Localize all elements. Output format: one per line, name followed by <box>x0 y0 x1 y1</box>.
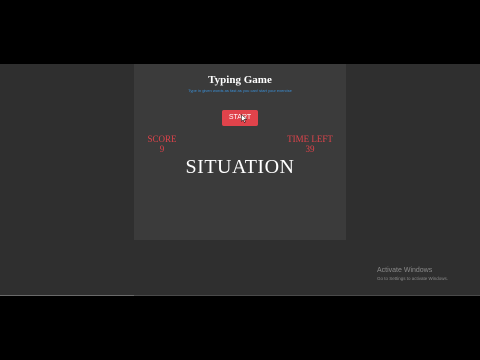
current-word: SITUATION <box>185 156 295 178</box>
activate-windows-watermark: Activate Windows Go to Settings to activ… <box>377 266 448 282</box>
time-left-label: TIME LEFT <box>287 134 333 144</box>
score-label: SCORE <box>147 134 177 144</box>
video-progress-played <box>0 295 135 296</box>
watermark-title: Activate Windows <box>377 267 433 274</box>
game-title: Typing Game <box>208 74 272 86</box>
score-display: SCORE 9 <box>142 134 182 154</box>
score-value: 9 <box>159 144 165 154</box>
browser-viewport: Typing Game Type in given words as fast … <box>0 64 480 296</box>
start-button[interactable]: START <box>222 110 258 126</box>
watermark-subtitle: Go to Settings to activate Windows. <box>377 276 449 281</box>
time-left-display: TIME LEFT 39 <box>278 134 342 154</box>
game-panel: Typing Game Type in given words as fast … <box>134 64 346 240</box>
mouse-cursor-icon <box>241 114 248 123</box>
game-subtitle: Type in given words as fast as you can! … <box>188 88 292 93</box>
time-left-value: 39 <box>305 144 315 154</box>
